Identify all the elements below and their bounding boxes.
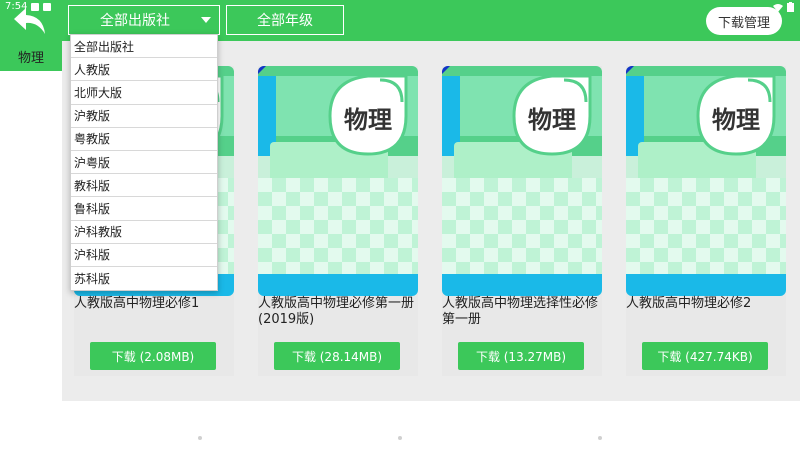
battery-icon	[787, 2, 794, 12]
book-cover[interactable]: 物理	[442, 66, 602, 296]
cover-pattern	[626, 178, 786, 276]
cover-pattern	[258, 178, 418, 276]
grade-filter-dropdown[interactable]: 全部年级	[226, 5, 344, 35]
dropdown-option-luke[interactable]: 鲁科版	[71, 197, 217, 221]
book-cover[interactable]: 物理	[626, 66, 786, 296]
dropdown-option-yuejiao[interactable]: 粤教版	[71, 128, 217, 151]
book-title: 人教版高中物理选择性必修第一册	[442, 296, 599, 327]
book-card[interactable]: 物理 人教版高中物理必修2 下载 (427.74KB)	[626, 66, 786, 376]
cover-stripe	[442, 274, 602, 296]
book-card[interactable]: 物理 人教版高中物理必修第一册(2019版) 下载 (28.14MB)	[258, 66, 418, 376]
subject-badge: 物理	[328, 74, 408, 156]
book-title: 人教版高中物理必修1	[74, 296, 200, 311]
subject-badge: 物理	[512, 74, 592, 156]
back-arrow-icon	[14, 8, 45, 34]
dropdown-option-suke[interactable]: 苏科版	[71, 267, 217, 290]
dropdown-option-bnu[interactable]: 北师大版	[71, 81, 217, 105]
cover-stripe	[626, 274, 786, 296]
download-button[interactable]: 下载 (13.27MB)	[458, 342, 584, 370]
publisher-filter-label: 全部出版社	[100, 13, 170, 29]
nav-home-hint[interactable]	[398, 436, 402, 440]
chevron-down-icon	[201, 17, 211, 23]
cover-corner	[626, 66, 634, 74]
download-manager-button[interactable]: 下载管理	[706, 7, 782, 35]
grade-filter-label: 全部年级	[257, 13, 313, 29]
download-button[interactable]: 下载 (2.08MB)	[90, 342, 216, 370]
publisher-dropdown-menu: 全部出版社 人教版 北师大版 沪教版 粤教版 沪粤版 教科版 鲁科版 沪科教版 …	[70, 34, 218, 292]
sidebar-item-physics[interactable]: 物理	[0, 41, 62, 71]
nav-back-hint[interactable]	[198, 436, 202, 440]
dropdown-option-jiaoke[interactable]: 教科版	[71, 174, 217, 198]
book-title: 人教版高中物理必修第一册(2019版)	[258, 296, 415, 327]
dropdown-option-pep[interactable]: 人教版	[71, 58, 217, 82]
dropdown-option-all[interactable]: 全部出版社	[71, 35, 217, 59]
download-button[interactable]: 下载 (427.74KB)	[642, 342, 768, 370]
download-button[interactable]: 下载 (28.14MB)	[274, 342, 400, 370]
sidebar: 物理	[0, 41, 62, 71]
cover-corner	[442, 66, 450, 74]
app-window: 7:54 全部出版社 全部年级 下载管理 物理 人教版高中物理必修1 下载 (2…	[0, 0, 800, 450]
cover-stripe	[258, 274, 418, 296]
book-cover[interactable]: 物理	[258, 66, 418, 296]
book-card[interactable]: 物理 人教版高中物理选择性必修第一册 下载 (13.27MB)	[442, 66, 602, 376]
cover-subject-title: 物理	[344, 106, 392, 134]
dropdown-option-huyue[interactable]: 沪粤版	[71, 151, 217, 175]
nav-recents-hint[interactable]	[598, 436, 602, 440]
cover-subject-title: 物理	[712, 106, 760, 134]
dropdown-option-huke[interactable]: 沪科版	[71, 244, 217, 267]
book-title: 人教版高中物理必修2	[626, 296, 752, 311]
cover-corner	[258, 66, 266, 74]
cover-subject-title: 物理	[528, 106, 576, 134]
cover-pattern	[442, 178, 602, 276]
subject-badge: 物理	[696, 74, 776, 156]
dropdown-option-hujiao[interactable]: 沪教版	[71, 105, 217, 128]
dropdown-option-hukejiao[interactable]: 沪科教版	[71, 221, 217, 244]
back-button[interactable]	[12, 6, 48, 36]
publisher-filter-dropdown[interactable]: 全部出版社	[68, 5, 220, 35]
